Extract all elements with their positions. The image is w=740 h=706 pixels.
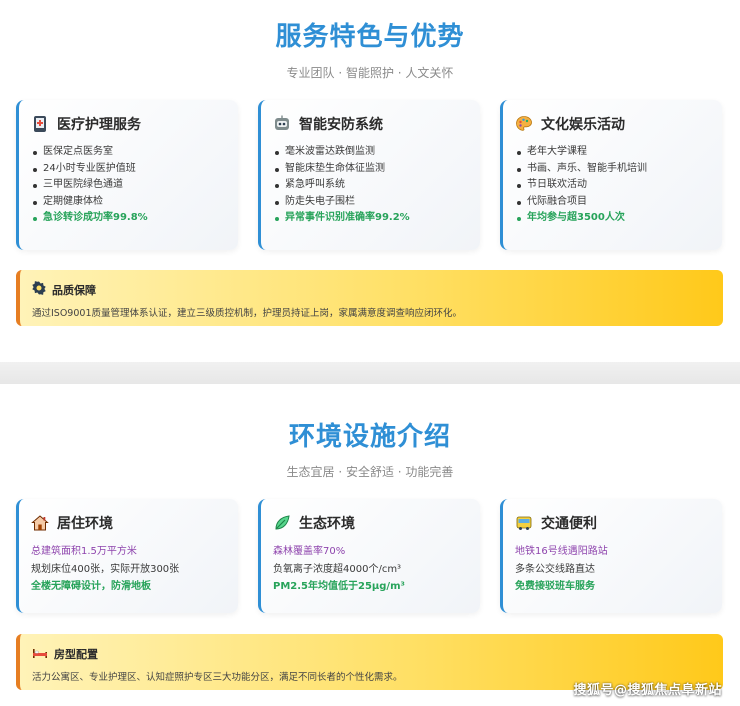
card-smart-security: 智能安防系统 毫米波雷达跌倒监测 智能床垫生命体征监测 紧急呼叫系统 防走失电子… [258, 100, 480, 250]
card-title: 医疗护理服务 [57, 117, 141, 133]
card-title: 交通便利 [541, 516, 597, 532]
highlight-item: 异常事件识别准确率99.2% [273, 210, 470, 227]
list-item: 24小时专业医护值班 [31, 161, 228, 178]
badge-icon [32, 280, 46, 299]
bus-icon [515, 514, 533, 532]
facilities-cards: 居住环境 总建筑面积1.5万平方米 规划床位400张，实际开放300张 全楼无障… [16, 499, 724, 613]
facilities-section-subtitle: 生态宜居 · 安全舒适 · 功能完善 [286, 465, 454, 479]
list-item: 智能床垫生命体征监测 [273, 161, 470, 178]
service-section: 服务特色与优势 专业团队 · 智能照护 · 人文关怀 医疗护理服务 医保定点医务… [0, 0, 740, 362]
list-item: 老年大学课程 [515, 144, 712, 161]
banner-text: 通过ISO9001质量管理体系认证，建立三级质控机制，护理员持证上岗，家属满意度… [32, 308, 462, 319]
info-line: 森林覆盖率70% [273, 546, 346, 557]
highlight-item: 年均参与超3500人次 [515, 210, 712, 227]
card-culture-activities: 文化娱乐活动 老年大学课程 书画、声乐、智能手机培训 节日联欢活动 代际融合项目… [500, 100, 722, 250]
list-item: 节日联欢活动 [515, 177, 712, 194]
card-title: 居住环境 [57, 516, 113, 532]
card-title: 智能安防系统 [299, 117, 383, 133]
card-ecological-environment: 生态环境 森林覆盖率70% 负氧离子浓度超4000个/cm³ PM2.5年均值低… [258, 499, 480, 613]
facilities-section-title: 环境设施介绍 [288, 422, 451, 452]
info-line: 多条公交线路直达 [515, 563, 595, 575]
info-line: 地铁16号线遇阳路站 [515, 546, 608, 557]
robot-icon [273, 115, 291, 133]
leaf-icon [273, 514, 291, 532]
card-title: 生态环境 [299, 516, 355, 532]
list-item: 三甲医院绿色通道 [31, 177, 228, 194]
quality-assurance-banner: 品质保障 通过ISO9001质量管理体系认证，建立三级质控机制，护理员持证上岗，… [16, 270, 723, 326]
card-title: 文化娱乐活动 [541, 117, 625, 133]
list-item: 医保定点医务室 [31, 144, 228, 161]
info-line: 总建筑面积1.5万平方米 [31, 546, 137, 557]
house-icon [31, 514, 49, 532]
watermark: 搜狐号@搜狐焦点阜新站 [573, 683, 722, 698]
card-medical-care: 医疗护理服务 医保定点医务室 24小时专业医护值班 三甲医院绿色通道 定期健康体… [16, 100, 238, 250]
list-item: 书画、声乐、智能手机培训 [515, 161, 712, 178]
list-item: 防走失电子围栏 [273, 194, 470, 211]
list-item: 代际融合项目 [515, 194, 712, 211]
list-item: 紧急呼叫系统 [273, 177, 470, 194]
info-line: PM2.5年均值低于25μg/m³ [273, 581, 405, 592]
service-cards: 医疗护理服务 医保定点医务室 24小时专业医护值班 三甲医院绿色通道 定期健康体… [16, 100, 724, 250]
info-line: 全楼无障碍设计，防滑地板 [31, 581, 151, 592]
medical-phone-icon [31, 115, 49, 133]
banner-title: 房型配置 [54, 647, 98, 661]
service-section-title: 服务特色与优势 [275, 22, 465, 52]
highlight-item: 急诊转诊成功率99.8% [31, 210, 228, 227]
list-item: 定期健康体检 [31, 194, 228, 211]
service-section-subtitle: 专业团队 · 智能照护 · 人文关怀 [286, 66, 454, 80]
info-line: 负氧离子浓度超4000个/cm³ [273, 563, 402, 575]
section-divider [0, 362, 740, 384]
list-item: 毫米波雷达跌倒监测 [273, 144, 470, 161]
info-line: 免费接驳班车服务 [515, 581, 595, 592]
info-line: 规划床位400张，实际开放300张 [31, 563, 180, 575]
bed-icon [32, 644, 48, 663]
banner-title: 品质保障 [52, 283, 96, 297]
facilities-section: 环境设施介绍 生态宜居 · 安全舒适 · 功能完善 居住环境 总建筑面积1.5万… [0, 384, 740, 706]
card-living-environment: 居住环境 总建筑面积1.5万平方米 规划床位400张，实际开放300张 全楼无障… [16, 499, 238, 613]
palette-icon [515, 115, 533, 133]
card-transportation: 交通便利 地铁16号线遇阳路站 多条公交线路直达 免费接驳班车服务 [500, 499, 722, 613]
